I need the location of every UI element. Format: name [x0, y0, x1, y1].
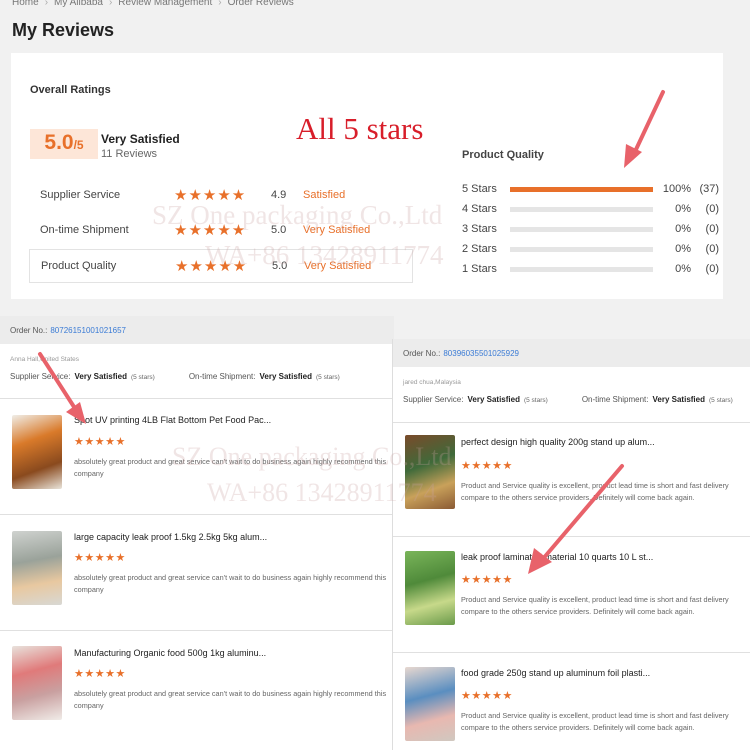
overall-satisfaction-label: Very Satisfied [101, 132, 180, 146]
star-level-label: 1 Stars [462, 263, 497, 275]
review-text: absolutely great product and great servi… [74, 573, 387, 594]
shipment-label: On-time Shipment: [188, 372, 256, 381]
order-no-label: Order No.: [10, 325, 48, 335]
star-rating-icon: ★★★★★ [74, 552, 126, 564]
order-no-label: Order No.: [403, 348, 441, 358]
supplier-service-stars: (5 stars) [523, 397, 548, 404]
chevron-right-icon: › [44, 0, 49, 8]
distribution-count: (0) [705, 263, 719, 275]
shipment-value: Very Satisfied [652, 395, 705, 404]
order-number-link[interactable]: 80726151001021657 [50, 326, 126, 335]
star-distribution-row: 4 Stars 0% (0) [462, 199, 722, 219]
shipment-stars: (5 stars) [316, 374, 340, 381]
distribution-bar [510, 246, 653, 252]
breadcrumb-order-reviews[interactable]: Order Reviews [228, 0, 294, 8]
overall-score: 5.0 [44, 131, 74, 154]
star-level-label: 2 Stars [462, 243, 497, 255]
review-item: Manufacturing Organic food 500g 1kg alum… [0, 630, 394, 750]
star-distribution-row: 2 Stars 0% (0) [462, 239, 722, 259]
distribution-count: (0) [705, 203, 719, 215]
chevron-right-icon: › [108, 0, 113, 8]
star-level-label: 4 Stars [462, 203, 497, 215]
distribution-bar [510, 206, 653, 212]
star-distribution-row: 3 Stars 0% (0) [462, 219, 722, 239]
distribution-bar-fill [510, 186, 653, 192]
watermark-company: SZ One packaging Co.,Ltd [152, 200, 443, 230]
review-text: absolutely great product and great servi… [74, 689, 387, 710]
distribution-bar [510, 226, 653, 232]
supplier-service-stars: (5 stars) [130, 374, 155, 381]
review-text: Product and Service quality is excellent… [461, 711, 729, 732]
product-title-link[interactable]: perfect design high quality 200g stand u… [461, 437, 655, 447]
distribution-count: (0) [705, 223, 719, 235]
product-title-link[interactable]: food grade 250g stand up aluminum foil p… [461, 668, 650, 678]
order-number-link[interactable]: 80396035501025929 [443, 349, 519, 358]
star-rating-icon: ★★★★★ [461, 690, 513, 702]
breadcrumb-my-alibaba[interactable]: My Alibaba [54, 0, 103, 8]
star-rating-icon: ★★★★★ [74, 436, 126, 448]
review-item: food grade 250g stand up aluminum foil p… [393, 652, 750, 750]
shipment-stars: (5 stars) [709, 397, 733, 404]
overall-review-count: 11 Reviews [101, 148, 158, 160]
distribution-percent: 0% [675, 263, 691, 275]
annotation-arrow-icon [624, 90, 665, 168]
order-reviews-page: Home › My Alibaba › Review Management › … [0, 0, 750, 750]
distribution-bar [510, 186, 653, 192]
order-header: Order No.: 80726151001021657 [0, 316, 394, 344]
product-thumbnail[interactable] [405, 551, 455, 625]
distribution-bar [510, 266, 653, 272]
annotation-all-5-stars: All 5 stars [296, 111, 424, 146]
order-header: Order No.: 80396035501025929 [393, 339, 750, 367]
watermark-phone: WA+86 13428911774 [205, 240, 444, 270]
star-rating-icon: ★★★★★ [74, 668, 126, 680]
breadcrumb-home[interactable]: Home [12, 0, 39, 8]
star-distribution-row: 5 Stars 100% (37) [462, 179, 722, 199]
star-rating-icon: ★★★★★ [461, 460, 513, 472]
review-text: Product and Service quality is excellent… [461, 595, 729, 616]
watermark-company-lower: SZ One packaging Co.,Ltd [172, 442, 452, 471]
supplier-service-value: Very Satisfied [467, 395, 520, 404]
star-level-label: 5 Stars [462, 183, 497, 195]
overall-score-suffix: /5 [73, 138, 84, 152]
watermark-phone-lower: WA+86 13428911774 [207, 478, 437, 507]
product-quality-title: Product Quality [462, 149, 544, 161]
order-rating-summary: Supplier Service: Very Satisfied (5 star… [393, 395, 750, 404]
product-title-link[interactable]: Spot UV printing 4LB Flat Bottom Pet Foo… [74, 415, 271, 425]
chevron-right-icon: › [218, 0, 222, 8]
breadcrumb-review-management[interactable]: Review Management [118, 0, 212, 8]
distribution-percent: 0% [675, 223, 691, 235]
supplier-service-label: Supplier Service: [403, 395, 464, 404]
annotation-arrow-icon [38, 352, 86, 424]
product-thumbnail[interactable] [12, 531, 62, 605]
shipment-value: Very Satisfied [259, 372, 312, 381]
overall-score-badge: 5.0 /5 [30, 129, 98, 159]
distribution-count: (37) [699, 183, 719, 195]
rating-category-name: Product Quality [41, 260, 117, 272]
product-thumbnail[interactable] [12, 646, 62, 720]
distribution-percent: 0% [675, 243, 691, 255]
star-rating-icon: ★★★★★ [461, 574, 513, 586]
breadcrumb: Home › My Alibaba › Review Management › … [12, 0, 294, 8]
distribution-percent: 0% [675, 203, 691, 215]
annotation-arrow-icon [528, 464, 624, 574]
review-item: large capacity leak proof 1.5kg 2.5kg 5k… [0, 514, 394, 630]
shipment-label: On-time Shipment: [581, 395, 649, 404]
buyer-name: jared chua,Malaysia [403, 379, 461, 386]
overall-ratings-title: Overall Ratings [30, 84, 111, 96]
star-level-label: 3 Stars [462, 223, 497, 235]
product-title-link[interactable]: large capacity leak proof 1.5kg 2.5kg 5k… [74, 532, 267, 542]
distribution-count: (0) [705, 243, 719, 255]
distribution-percent: 100% [662, 183, 691, 195]
product-thumbnail[interactable] [405, 667, 455, 741]
product-title-link[interactable]: Manufacturing Organic food 500g 1kg alum… [74, 648, 266, 658]
star-distribution-row: 1 Stars 0% (0) [462, 259, 722, 279]
page-title: My Reviews [12, 20, 115, 40]
